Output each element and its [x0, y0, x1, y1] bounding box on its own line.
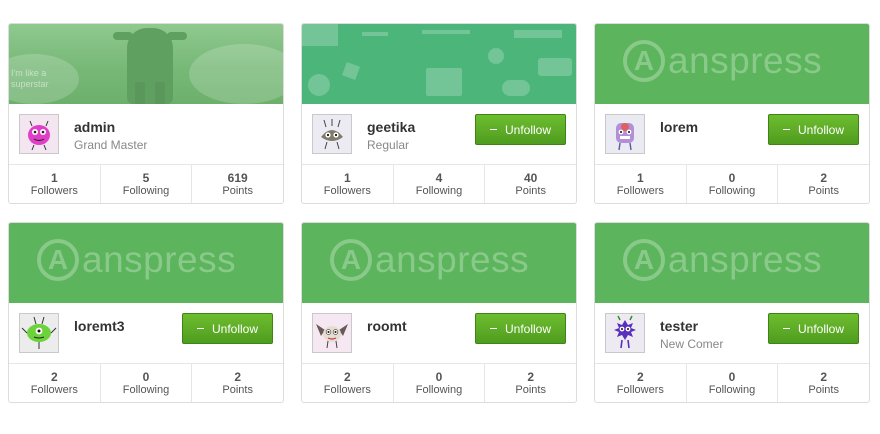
anspress-logo: Aanspress	[330, 239, 529, 281]
avatar[interactable]	[19, 114, 59, 154]
winged-monster-icon	[313, 314, 351, 352]
stat-points: 2 Points	[777, 364, 869, 402]
cover-image: Aanspress	[302, 223, 576, 303]
blue-monster-icon	[606, 314, 644, 352]
unfollow-button[interactable]: Unfollow	[768, 313, 859, 344]
green-monster-icon	[20, 314, 58, 352]
stat-followers[interactable]: 2 Followers	[302, 364, 393, 402]
pink-monster-icon	[20, 115, 58, 153]
user-stats: 1 Followers 0 Following 2 Points	[595, 164, 869, 203]
stat-points: 2 Points	[484, 364, 576, 402]
avatar[interactable]	[312, 114, 352, 154]
user-role: New Comer	[660, 337, 724, 351]
stat-following[interactable]: 4 Following	[392, 165, 485, 203]
avatar[interactable]	[312, 313, 352, 353]
unfollow-button[interactable]: Unfollow	[182, 313, 273, 344]
stat-following[interactable]: 0 Following	[392, 364, 485, 402]
anspress-logo: Aanspress	[623, 239, 822, 281]
minus-icon	[782, 129, 790, 130]
stat-following[interactable]: 0 Following	[685, 364, 778, 402]
user-card-admin: I'm like a superstar admin Grand Master …	[8, 23, 284, 204]
avatar[interactable]	[19, 313, 59, 353]
user-card-geetika: geetika Regular Unfollow 1 Followers 4 Fol…	[301, 23, 577, 204]
stat-followers[interactable]: 2 Followers	[595, 364, 686, 402]
user-name[interactable]: lorem	[660, 119, 698, 135]
unfollow-button[interactable]: Unfollow	[768, 114, 859, 145]
stat-followers[interactable]: 1 Followers	[595, 165, 686, 203]
user-role: Grand Master	[74, 138, 148, 152]
unfollow-button[interactable]: Unfollow	[475, 114, 566, 145]
cover-image: Aanspress	[595, 223, 869, 303]
minus-icon	[196, 328, 204, 329]
stat-points: 2 Points	[777, 165, 869, 203]
user-card-loremt3: Aanspress loremt3 Unfollow 2 Followers 0F…	[8, 222, 284, 403]
user-stats: 2 Followers 0 Following 2 Points	[595, 363, 869, 402]
user-role: Regular	[367, 138, 410, 152]
stat-points: 40 Points	[484, 165, 576, 203]
user-stats: 1 Followers 5 Following 619 Points	[9, 164, 283, 203]
cover-image: Aanspress	[595, 24, 869, 104]
user-card-lorem: Aanspress lorem Unfollow 1 Followers 0 Fol…	[594, 23, 870, 204]
purple-monster-icon	[606, 115, 644, 153]
unfollow-button[interactable]: Unfollow	[475, 313, 566, 344]
stat-following[interactable]: 0 Following	[99, 364, 192, 402]
stat-points: 619 Points	[191, 165, 283, 203]
cover-image	[302, 24, 576, 104]
cover-caption: I'm like a superstar	[11, 68, 49, 89]
user-stats: 2 Followers 0 Following 2 Points	[302, 363, 576, 402]
gray-monster-icon	[313, 115, 351, 153]
stat-following[interactable]: 5 Following	[99, 165, 192, 203]
stat-followers[interactable]: 1 Followers	[9, 165, 100, 203]
user-name[interactable]: roomt	[367, 318, 407, 334]
user-name[interactable]: tester	[660, 318, 698, 334]
minus-icon	[782, 328, 790, 329]
user-stats: 2 Followers 0 Following 2 Points	[9, 363, 283, 402]
avatar[interactable]	[605, 313, 645, 353]
anspress-logo: Aanspress	[37, 239, 236, 281]
user-name[interactable]: admin	[74, 119, 115, 135]
stat-points: 2 Points	[191, 364, 283, 402]
user-name[interactable]: geetika	[367, 119, 415, 135]
stat-followers[interactable]: 1 Followers	[302, 165, 393, 203]
stat-followers[interactable]: 2 Followers	[9, 364, 100, 402]
user-card-roomt: Aanspress roomt Unfollow 2 Followers 0 Fol…	[301, 222, 577, 403]
minus-icon	[489, 129, 497, 130]
user-card-tester: Aanspress tester New Comer Unfollow 2 Fol…	[594, 222, 870, 403]
user-name[interactable]: loremt3	[74, 318, 125, 334]
cover-image: I'm like a superstar	[9, 24, 283, 104]
avatar[interactable]	[605, 114, 645, 154]
minus-icon	[489, 328, 497, 329]
stat-following[interactable]: 0 Following	[685, 165, 778, 203]
anspress-logo: Aanspress	[623, 40, 822, 82]
user-stats: 1 Followers 4 Following 40 Points	[302, 164, 576, 203]
cover-image: Aanspress	[9, 223, 283, 303]
